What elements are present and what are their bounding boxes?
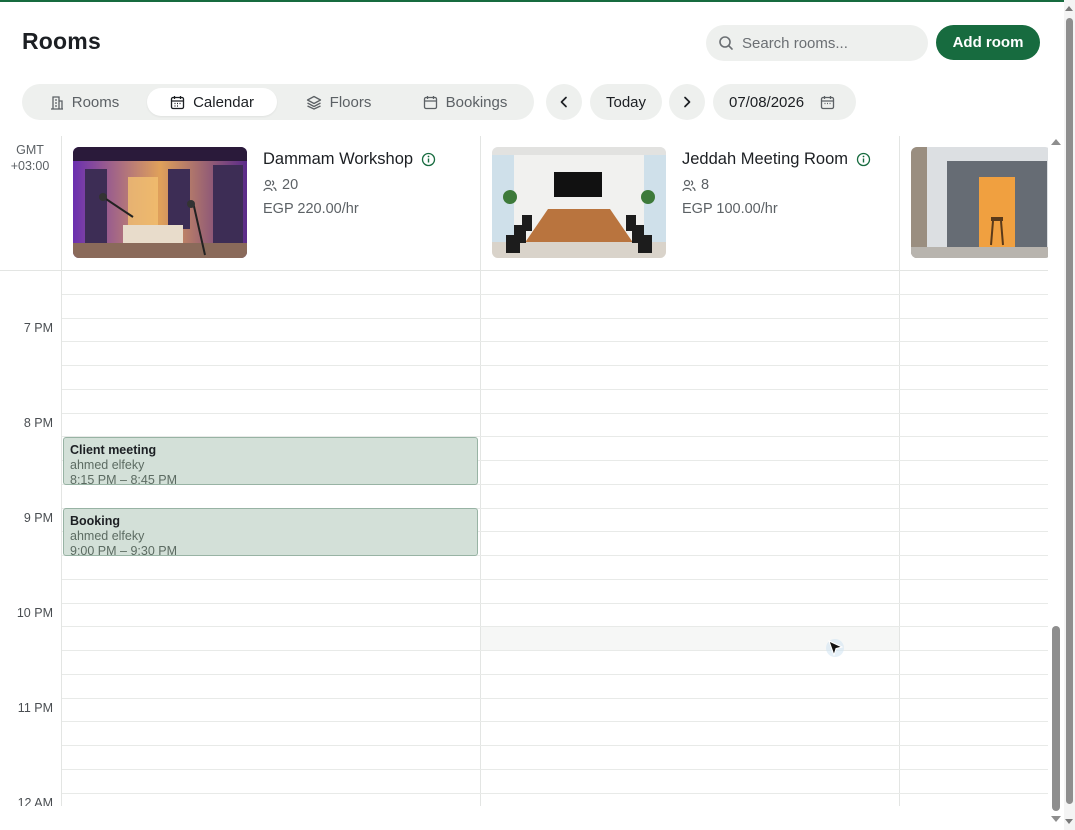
grid-line — [62, 769, 1048, 770]
grid-line — [62, 318, 1048, 319]
tab-rooms[interactable]: Rooms — [26, 88, 143, 116]
room-header-jeddah[interactable]: Jeddah Meeting Room 8 EGP 100.00/hr — [480, 136, 899, 271]
room-capacity: 20 — [263, 177, 298, 193]
hour-label: 8 PM — [23, 416, 53, 430]
info-icon[interactable] — [856, 152, 871, 167]
tab-bookings-label: Bookings — [445, 93, 508, 111]
room-header-dammam[interactable]: Dammam Workshop 20 EGP 220.00/hr — [61, 136, 480, 271]
event-time: 9:00 PM – 9:30 PM — [70, 543, 178, 556]
room-capacity-value: 20 — [282, 177, 299, 193]
previous-day-button[interactable] — [546, 84, 582, 120]
tab-floors-label: Floors — [329, 93, 372, 111]
header-divider — [0, 270, 1048, 271]
hour-label: 7 PM — [23, 321, 53, 335]
search-icon — [719, 36, 733, 50]
timezone-line-2: +03:00 — [10, 159, 50, 173]
date-value: 07/08/2026 — [729, 93, 805, 111]
timezone-line-1: GMT — [16, 143, 44, 157]
tab-rooms-label: Rooms — [71, 93, 120, 111]
event-title: Client meeting — [70, 443, 157, 457]
event-user: ahmed elfeky — [70, 529, 145, 543]
grid-line — [62, 294, 1048, 295]
event-title: Booking — [70, 514, 120, 528]
room-name-text: Jeddah Meeting Room — [682, 150, 849, 168]
tab-floors[interactable]: Floors — [281, 88, 396, 116]
room-name: Jeddah Meeting Room — [682, 150, 871, 169]
page-title: Rooms — [22, 28, 101, 54]
room-capacity-value: 8 — [701, 177, 710, 193]
grid-line — [62, 389, 1048, 390]
event-user: ahmed elfeky — [70, 458, 145, 472]
hour-label: 11 PM — [17, 701, 53, 715]
grid-line — [62, 650, 1048, 651]
hour-label: 10 PM — [16, 606, 53, 620]
event-client-meeting[interactable]: Client meeting ahmed elfeky 8:15 PM – 8:… — [63, 437, 478, 485]
mouse-cursor-icon — [826, 639, 844, 657]
chevron-right-icon — [684, 96, 691, 108]
users-icon — [263, 179, 277, 191]
room-name: Dammam Workshop — [263, 150, 436, 169]
grid-line — [62, 793, 1048, 794]
room-photo — [73, 147, 247, 258]
hour-label: 9 PM — [23, 511, 53, 525]
grid-line — [62, 674, 1048, 675]
grid-line — [62, 579, 1048, 580]
event-time: 8:15 PM – 8:45 PM — [70, 472, 178, 485]
date-picker[interactable]: 07/08/2026 — [713, 84, 856, 120]
layers-icon — [306, 95, 321, 110]
grid-line — [62, 626, 1048, 627]
users-icon — [682, 179, 696, 191]
today-button[interactable]: Today — [590, 84, 662, 120]
info-icon[interactable] — [421, 152, 436, 167]
room-header-third[interactable] — [899, 136, 1048, 271]
chevron-left-icon — [560, 96, 567, 108]
room-price: EGP 100.00/hr — [682, 201, 778, 217]
event-booking[interactable]: Booking ahmed elfeky 9:00 PM – 9:30 PM — [63, 508, 478, 556]
next-day-button[interactable] — [669, 84, 705, 120]
calendar-grid: GMT +03:00 Dammam Workshop 20 EGP 220.00… — [0, 136, 1048, 806]
search-input[interactable] — [742, 34, 912, 52]
room-name-text: Dammam Workshop — [263, 150, 414, 168]
search-box[interactable] — [706, 25, 928, 61]
room-photo — [492, 147, 666, 258]
room-photo — [911, 147, 1048, 258]
grid-line — [62, 413, 1048, 414]
tab-bookings[interactable]: Bookings — [400, 88, 530, 116]
building-icon — [50, 95, 63, 110]
room-price: EGP 220.00/hr — [263, 201, 359, 217]
grid-line — [62, 365, 1048, 366]
calendar-icon — [423, 95, 437, 109]
calendar-scroll-thumb[interactable] — [1052, 626, 1060, 811]
grid-line — [62, 603, 1048, 604]
grid-line — [62, 745, 1048, 746]
window-scroll-down-arrow[interactable] — [1065, 819, 1073, 824]
window-scroll-thumb[interactable] — [1066, 18, 1073, 804]
hour-label: 12 AM — [17, 796, 53, 806]
grid-line — [62, 341, 1048, 342]
scroll-up-arrow[interactable] — [1051, 139, 1061, 145]
add-room-button[interactable]: Add room — [936, 25, 1040, 60]
view-tabs: Rooms Calendar Floors Bookings — [22, 84, 534, 120]
calendar-icon — [820, 95, 835, 109]
grid-line — [62, 698, 1048, 699]
calendar-icon — [170, 95, 185, 109]
scroll-down-arrow[interactable] — [1051, 816, 1061, 822]
grid-line — [62, 721, 1048, 722]
top-accent-bar — [0, 0, 1075, 2]
room-capacity: 8 — [682, 177, 709, 193]
window-scroll-up-arrow[interactable] — [1065, 6, 1073, 11]
timezone-label: GMT +03:00 — [0, 142, 60, 174]
tab-calendar-label: Calendar — [193, 93, 254, 111]
tab-calendar[interactable]: Calendar — [147, 88, 277, 116]
